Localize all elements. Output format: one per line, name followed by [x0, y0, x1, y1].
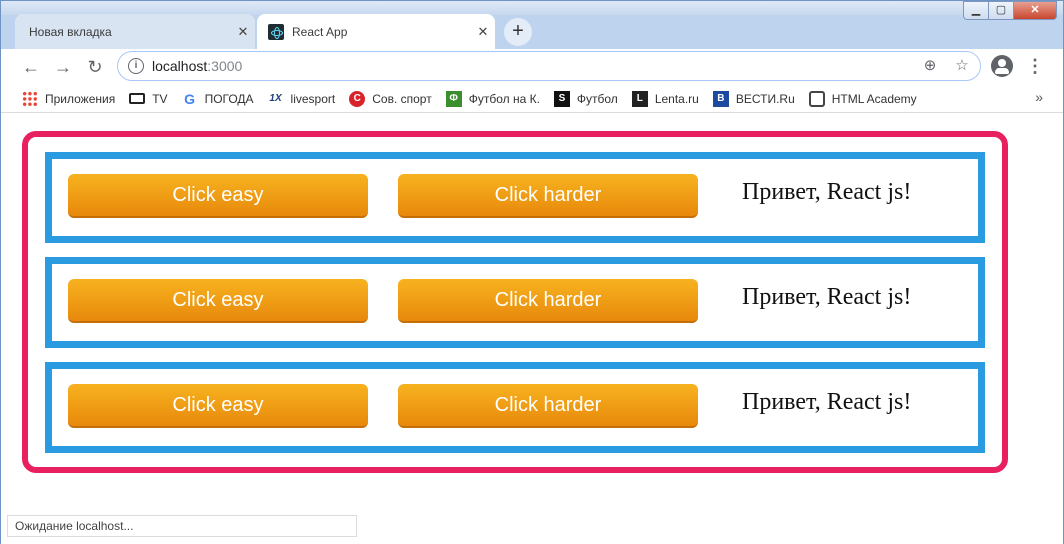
- app-container: Click easy Click harder Привет, React js…: [22, 131, 1008, 473]
- bookmark-tv[interactable]: TV: [122, 87, 174, 111]
- forward-button[interactable]: →: [51, 55, 75, 79]
- tab-label: React App: [292, 24, 348, 39]
- tab-label: Новая вкладка: [29, 24, 112, 39]
- address-bar[interactable]: i localhost:3000 ⊕ ☆: [117, 51, 981, 81]
- lenta-icon: L: [631, 90, 648, 107]
- bookmark-lenta[interactable]: L Lenta.ru: [625, 87, 706, 111]
- close-icon[interactable]: ✕: [231, 24, 255, 40]
- bookmark-label: Сов. спорт: [372, 91, 432, 106]
- bookmark-htmlacademy[interactable]: HTML Academy: [802, 87, 924, 111]
- bookmark-label: ВЕСТИ.Ru: [735, 91, 795, 106]
- bookmark-label: ПОГОДА: [204, 91, 254, 106]
- s-icon: S: [553, 90, 570, 107]
- bookmark-label: Приложения: [45, 91, 116, 106]
- bookmark-apps[interactable]: Приложения: [15, 87, 122, 111]
- tab-new-tab[interactable]: Новая вкладка ✕: [15, 14, 255, 49]
- click-easy-button[interactable]: Click easy: [68, 279, 368, 323]
- url-port: :3000: [207, 58, 243, 74]
- tab-strip: Новая вкладка ✕ React App ✕ + ▁ ▢ ✕: [1, 1, 1063, 49]
- click-easy-button[interactable]: Click easy: [68, 174, 368, 218]
- greeting-text: Привет, React js!: [742, 284, 912, 310]
- more-bookmarks-button[interactable]: »: [1035, 89, 1043, 105]
- click-harder-button[interactable]: Click harder: [398, 174, 698, 218]
- back-button[interactable]: ←: [19, 55, 43, 79]
- maximize-button[interactable]: ▢: [988, 1, 1014, 20]
- bookmark-sovsport[interactable]: С Сов. спорт: [342, 87, 438, 111]
- google-icon: G: [184, 90, 195, 107]
- bookmark-label: Lenta.ru: [654, 91, 699, 106]
- greeting-text: Привет, React js!: [742, 179, 912, 205]
- bookmark-label: TV: [152, 91, 168, 106]
- greeting-row: Click easy Click harder Привет, React js…: [45, 362, 985, 453]
- bookmark-football[interactable]: S Футбол: [547, 87, 625, 111]
- star-icon[interactable]: ☆: [952, 56, 972, 76]
- status-bar: Ожидание localhost...: [7, 515, 357, 537]
- tv-icon: [129, 93, 146, 104]
- click-harder-button[interactable]: Click harder: [398, 384, 698, 428]
- sovsport-icon: С: [349, 90, 366, 107]
- page-content: Click easy Click harder Привет, React js…: [1, 114, 1063, 544]
- url-text[interactable]: localhost:3000: [152, 58, 242, 74]
- bookmark-vesti[interactable]: B ВЕСТИ.Ru: [706, 87, 802, 111]
- close-icon[interactable]: ✕: [471, 24, 495, 40]
- profile-icon[interactable]: [991, 55, 1013, 77]
- htmlacademy-icon: [808, 90, 825, 107]
- greeting-row: Click easy Click harder Привет, React js…: [45, 257, 985, 348]
- url-host: localhost: [152, 58, 208, 74]
- close-window-button[interactable]: ✕: [1013, 1, 1057, 20]
- browser-window: Новая вкладка ✕ React App ✕ + ▁ ▢ ✕ ← → …: [0, 0, 1064, 544]
- info-icon[interactable]: i: [128, 58, 144, 74]
- livesport-icon: 1X: [269, 92, 282, 104]
- reload-button[interactable]: ↻: [83, 55, 107, 79]
- menu-icon[interactable]: ⋮: [1025, 55, 1045, 79]
- football-icon: Ф: [445, 90, 462, 107]
- bookmark-label: Футбол на К.: [468, 91, 540, 106]
- click-easy-button[interactable]: Click easy: [68, 384, 368, 428]
- minimize-button[interactable]: ▁: [963, 1, 989, 20]
- bookmark-pogoda[interactable]: G ПОГОДА: [175, 87, 261, 111]
- greeting-row: Click easy Click harder Привет, React js…: [45, 152, 985, 243]
- bookmark-football-k[interactable]: Ф Футбол на К.: [439, 87, 547, 111]
- new-tab-button[interactable]: +: [504, 18, 532, 46]
- bookmark-label: HTML Academy: [831, 91, 917, 106]
- react-icon: [268, 23, 284, 40]
- click-harder-button[interactable]: Click harder: [398, 279, 698, 323]
- greeting-text: Привет, React js!: [742, 389, 912, 415]
- tab-react-app[interactable]: React App ✕: [257, 14, 495, 49]
- zoom-icon[interactable]: ⊕: [920, 56, 940, 76]
- bookmark-label: Футбол: [576, 91, 618, 106]
- bookmark-label: livesport: [290, 91, 336, 106]
- title-bar: [1, 1, 1063, 15]
- bookmarks-bar: Приложения TV G ПОГОДА 1X livesport С Со…: [1, 85, 1063, 113]
- window-controls: ▁ ▢ ✕: [963, 1, 1057, 20]
- vesti-icon: B: [712, 90, 729, 107]
- apps-icon: [22, 90, 38, 107]
- bookmark-livesport[interactable]: 1X livesport: [261, 87, 343, 111]
- toolbar: ← → ↻ i localhost:3000 ⊕ ☆ ⋮: [1, 49, 1063, 85]
